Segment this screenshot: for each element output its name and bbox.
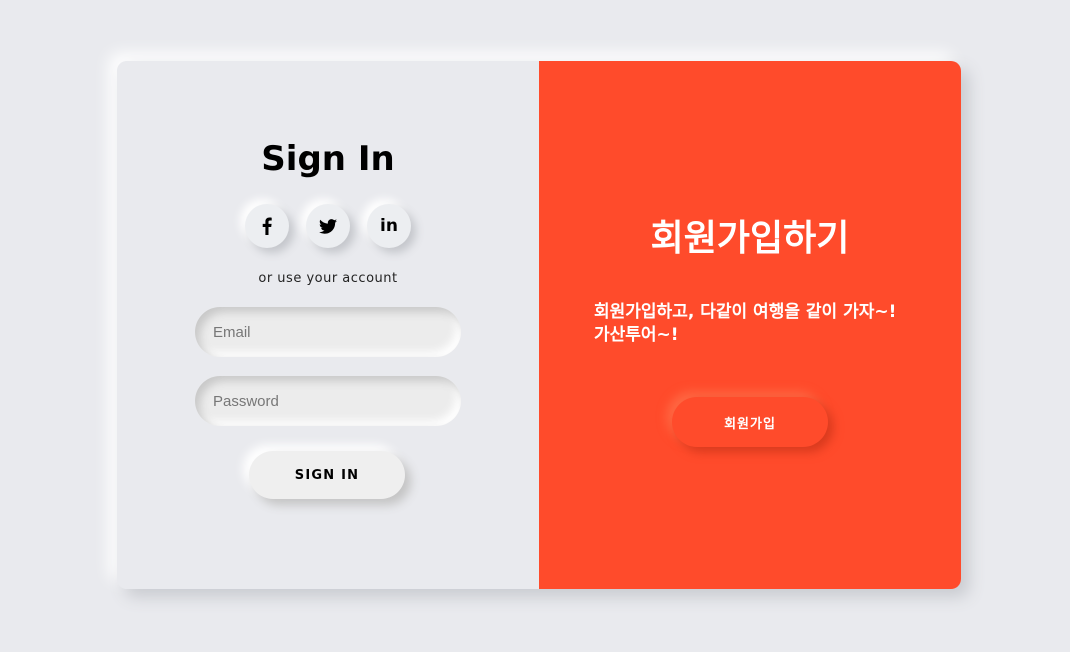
email-input[interactable] [195, 307, 461, 357]
facebook-icon [262, 217, 272, 235]
signup-description: 회원가입하고, 다같이 여행을 같이 가자~! 가산투어~! [594, 302, 897, 345]
linkedin-icon: in [380, 216, 398, 236]
social-buttons: in [117, 204, 539, 248]
signin-button[interactable]: SIGN IN [249, 451, 405, 499]
signin-panel: Sign In in or use your account Email SIG… [117, 61, 539, 589]
password-input[interactable] [195, 376, 461, 426]
signin-title: Sign In [261, 139, 395, 179]
or-use-account-text: or use your account [258, 271, 398, 286]
twitter-icon [319, 218, 337, 234]
linkedin-button[interactable]: in [367, 204, 411, 248]
facebook-button[interactable] [245, 204, 289, 248]
twitter-button[interactable] [306, 204, 350, 248]
signup-title: 회원가입하기 [650, 218, 850, 259]
signup-panel: 회원가입하기 회원가입하고, 다같이 여행을 같이 가자~! 가산투어~! 회원… [539, 61, 961, 589]
auth-card: Sign In in or use your account Email SIG… [117, 61, 961, 589]
signup-button[interactable]: 회원가입 [672, 397, 828, 447]
